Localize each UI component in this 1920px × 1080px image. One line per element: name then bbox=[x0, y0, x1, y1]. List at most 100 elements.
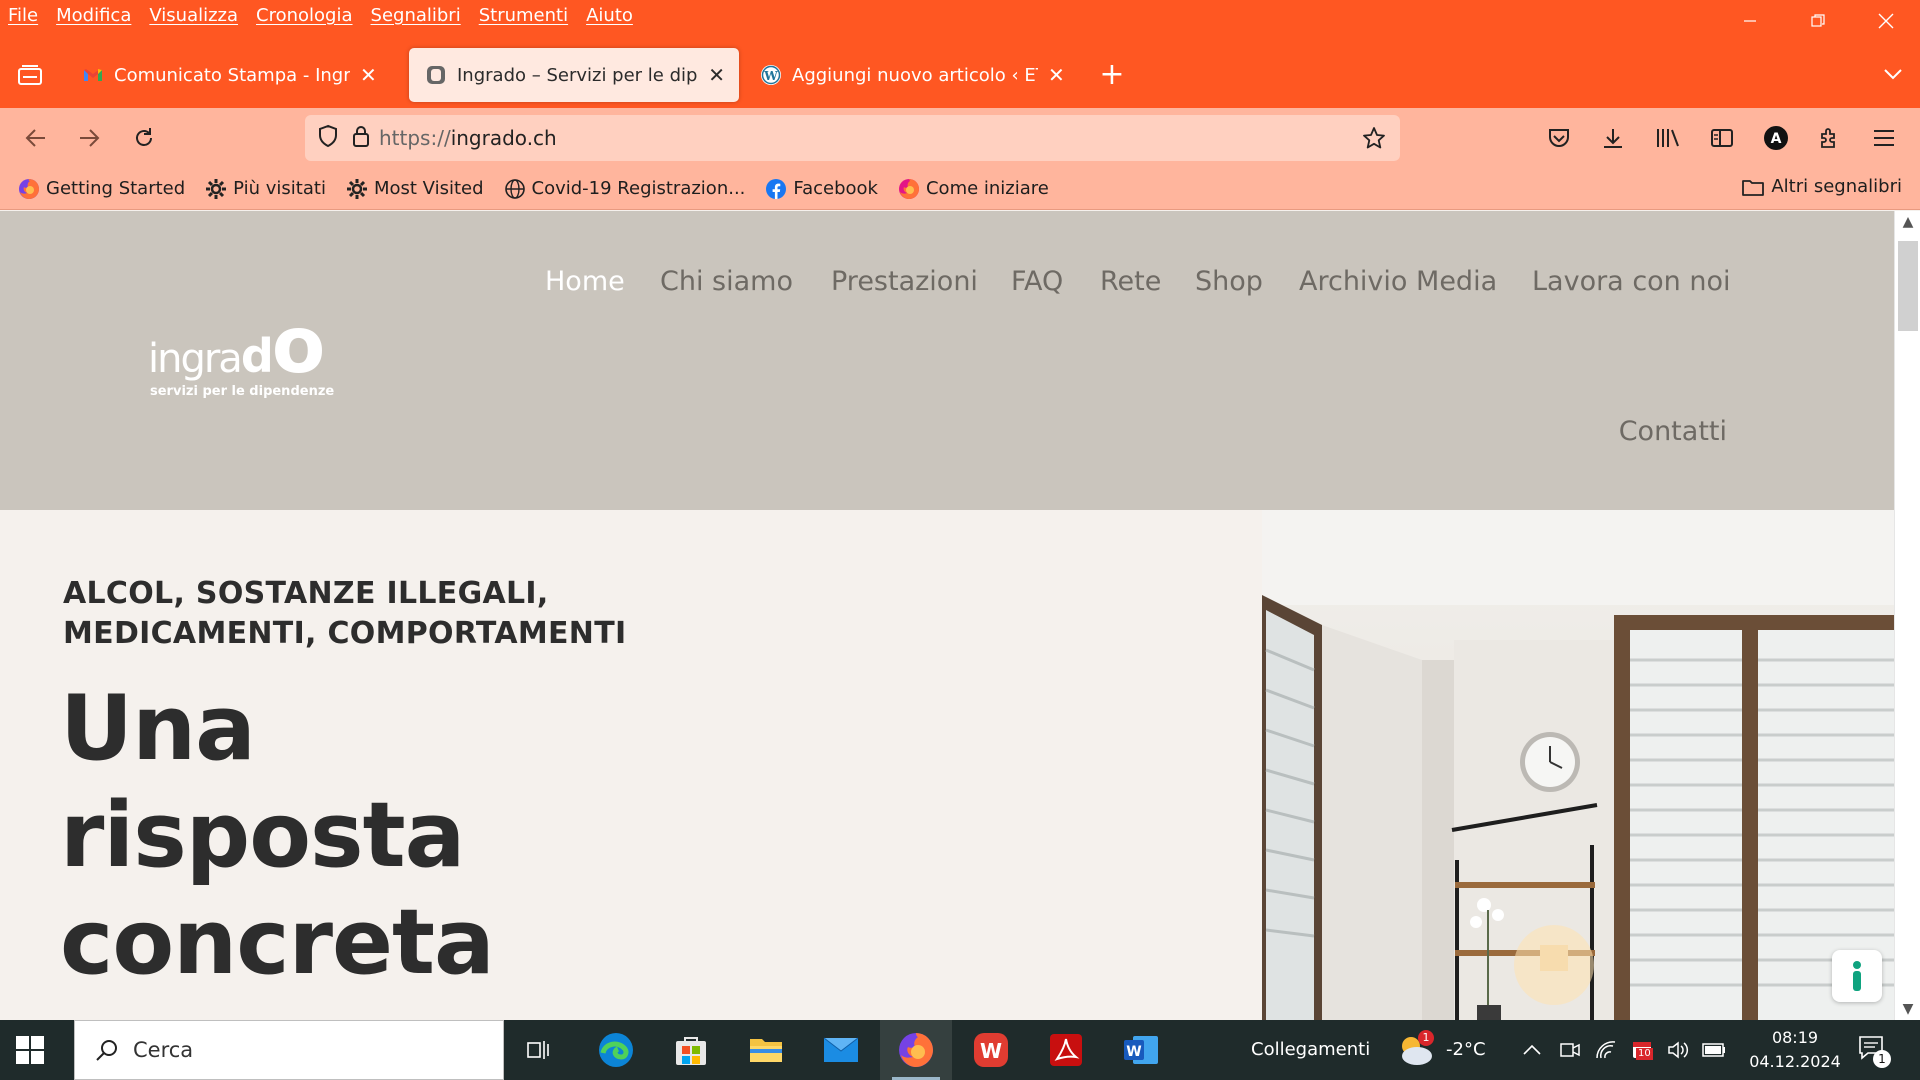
bookmark-facebook[interactable]: Facebook bbox=[765, 178, 878, 200]
hero-headline: Una risposta concreta bbox=[60, 675, 495, 996]
tray-network[interactable] bbox=[1594, 1038, 1618, 1062]
store-icon bbox=[676, 1037, 706, 1065]
windows-logo-icon bbox=[16, 1036, 44, 1064]
taskbar-word[interactable]: W bbox=[1105, 1020, 1177, 1080]
show-hidden-icons-button[interactable] bbox=[1520, 1038, 1544, 1062]
nav-chi-siamo[interactable]: Chi siamo bbox=[660, 266, 793, 297]
hero-kicker: ALCOL, SOSTANZE ILLEGALI, MEDICAMENTI, C… bbox=[63, 574, 626, 654]
main-navigation: Home Chi siamo Prestazioni FAQ Rete Shop… bbox=[0, 266, 1731, 297]
nav-lavora-con-noi[interactable]: Lavora con noi bbox=[1532, 266, 1731, 297]
restore-button[interactable] bbox=[1784, 0, 1852, 42]
other-bookmarks[interactable]: Altri segnalibri bbox=[1741, 176, 1902, 197]
nav-shop[interactable]: Shop bbox=[1195, 266, 1263, 297]
taskbar-clock[interactable]: 08:19 04.12.2024 bbox=[1735, 1026, 1855, 1074]
menu-cronologia[interactable]: Cronologia bbox=[256, 5, 352, 26]
page-scrollbar[interactable]: ▲ ▼ bbox=[1894, 211, 1920, 1020]
address-bar[interactable]: https://ingrado.ch bbox=[305, 115, 1400, 161]
bookmark-most-visited[interactable]: Most Visited bbox=[346, 178, 484, 200]
nav-archivio-media[interactable]: Archivio Media bbox=[1299, 266, 1497, 297]
notification-center-button[interactable]: 1 bbox=[1857, 1034, 1893, 1070]
new-tab-button[interactable]: + bbox=[1096, 60, 1128, 92]
bookmark-piu-visitati[interactable]: Più visitati bbox=[205, 178, 326, 200]
downloads-button[interactable] bbox=[1597, 122, 1629, 154]
close-tab-icon[interactable]: ✕ bbox=[708, 65, 725, 85]
taskbar-acrobat[interactable] bbox=[1030, 1020, 1102, 1080]
minimize-button[interactable] bbox=[1716, 0, 1784, 42]
clock-date: 04.12.2024 bbox=[1749, 1052, 1841, 1071]
nav-contatti[interactable]: Contatti bbox=[1619, 416, 1727, 447]
taskbar-wps-office[interactable]: W bbox=[955, 1020, 1027, 1080]
globe-icon bbox=[504, 178, 526, 200]
nav-home[interactable]: Home bbox=[545, 266, 625, 297]
tab-ingrado[interactable]: Ingrado – Servizi per le dipendenze ✕ bbox=[409, 48, 739, 102]
back-button[interactable] bbox=[20, 122, 52, 154]
task-view-button[interactable] bbox=[503, 1020, 575, 1080]
taskbar-edge[interactable] bbox=[580, 1020, 652, 1080]
nav-prestazioni[interactable]: Prestazioni bbox=[831, 266, 978, 297]
hero-room-image bbox=[1262, 510, 1894, 1020]
bookmark-covid-registrazione[interactable]: Covid-19 Registrazion... bbox=[504, 178, 745, 200]
tab-comunicato-stampa[interactable]: Comunicato Stampa - Ingrado ✕ bbox=[66, 48, 391, 102]
pocket-button[interactable] bbox=[1543, 122, 1575, 154]
taskbar-microsoft-store[interactable] bbox=[655, 1020, 727, 1080]
url-text[interactable]: https://ingrado.ch bbox=[379, 126, 557, 150]
weather-widget[interactable]: 1 bbox=[1395, 1030, 1435, 1068]
weather-temperature[interactable]: -2°C bbox=[1446, 1039, 1486, 1060]
scroll-down-icon[interactable]: ▼ bbox=[1895, 998, 1920, 1020]
scrollbar-thumb[interactable] bbox=[1898, 241, 1918, 331]
close-tab-icon[interactable]: ✕ bbox=[1048, 65, 1065, 85]
taskbar-mail[interactable] bbox=[805, 1020, 877, 1080]
extensions-button[interactable] bbox=[1814, 122, 1846, 154]
app-menu-button[interactable] bbox=[1868, 122, 1900, 154]
reload-button[interactable] bbox=[128, 122, 160, 154]
menu-file[interactable]: File bbox=[8, 5, 38, 26]
menu-segnalibri[interactable]: Segnalibri bbox=[371, 5, 461, 26]
lock-icon[interactable] bbox=[351, 124, 371, 152]
search-placeholder: Cerca bbox=[133, 1038, 194, 1062]
shield-icon[interactable] bbox=[317, 124, 339, 152]
tab-title: Aggiungi nuovo articolo ‹ ETiCi bbox=[792, 64, 1038, 86]
menu-visualizza[interactable]: Visualizza bbox=[149, 5, 238, 26]
accessibility-icon bbox=[1853, 961, 1861, 991]
list-all-tabs-button[interactable] bbox=[1884, 64, 1902, 85]
close-window-button[interactable] bbox=[1852, 0, 1920, 42]
nav-faq[interactable]: FAQ bbox=[1011, 266, 1063, 297]
navigation-toolbar: https://ingrado.ch A bbox=[0, 108, 1920, 168]
bookmark-star-icon[interactable] bbox=[1362, 126, 1386, 154]
svg-text:A: A bbox=[1771, 131, 1782, 147]
bookmark-come-iniziare[interactable]: Come iniziare bbox=[898, 178, 1049, 200]
room-illustration bbox=[1262, 510, 1894, 1020]
firefox-view-button[interactable] bbox=[12, 60, 48, 90]
taskbar-search-box[interactable]: Cerca bbox=[74, 1020, 504, 1080]
tray-battery[interactable] bbox=[1702, 1038, 1726, 1062]
pocket-icon bbox=[1549, 129, 1569, 147]
menu-aiuto[interactable]: Aiuto bbox=[586, 5, 633, 26]
taskbar-firefox[interactable] bbox=[880, 1020, 952, 1080]
account-button[interactable]: A bbox=[1760, 122, 1792, 154]
logo-part: gra bbox=[180, 336, 242, 382]
bookmark-label: Più visitati bbox=[233, 178, 326, 199]
tray-volume[interactable] bbox=[1666, 1038, 1690, 1062]
taskbar-links-toolbar[interactable]: Collegamenti bbox=[1251, 1039, 1370, 1060]
tray-antivirus[interactable]: 10 bbox=[1630, 1038, 1654, 1062]
site-icon bbox=[425, 64, 447, 86]
bookmark-getting-started[interactable]: Getting Started bbox=[18, 178, 185, 200]
forward-button[interactable] bbox=[73, 122, 105, 154]
gear-icon bbox=[346, 178, 368, 200]
accessibility-widget-button[interactable] bbox=[1832, 950, 1882, 1002]
start-button[interactable] bbox=[16, 1036, 46, 1066]
arrow-left-icon bbox=[25, 129, 45, 147]
sidebar-button[interactable] bbox=[1706, 122, 1738, 154]
taskbar-file-explorer[interactable] bbox=[730, 1020, 802, 1080]
tab-aggiungi-articolo[interactable]: W Aggiungi nuovo articolo ‹ ETiCi ✕ bbox=[744, 48, 1079, 102]
scroll-up-icon[interactable]: ▲ bbox=[1895, 211, 1920, 233]
ingrado-logo[interactable]: ingrado servizi per le dipendenze bbox=[148, 301, 348, 411]
library-button[interactable] bbox=[1652, 122, 1684, 154]
menu-strumenti[interactable]: Strumenti bbox=[479, 5, 568, 26]
nav-rete[interactable]: Rete bbox=[1100, 266, 1161, 297]
word-icon: W bbox=[1124, 1036, 1158, 1064]
gmail-icon bbox=[82, 64, 104, 86]
menu-modifica[interactable]: Modifica bbox=[56, 5, 131, 26]
tray-meet-now[interactable] bbox=[1558, 1038, 1582, 1062]
close-tab-icon[interactable]: ✕ bbox=[360, 65, 377, 85]
